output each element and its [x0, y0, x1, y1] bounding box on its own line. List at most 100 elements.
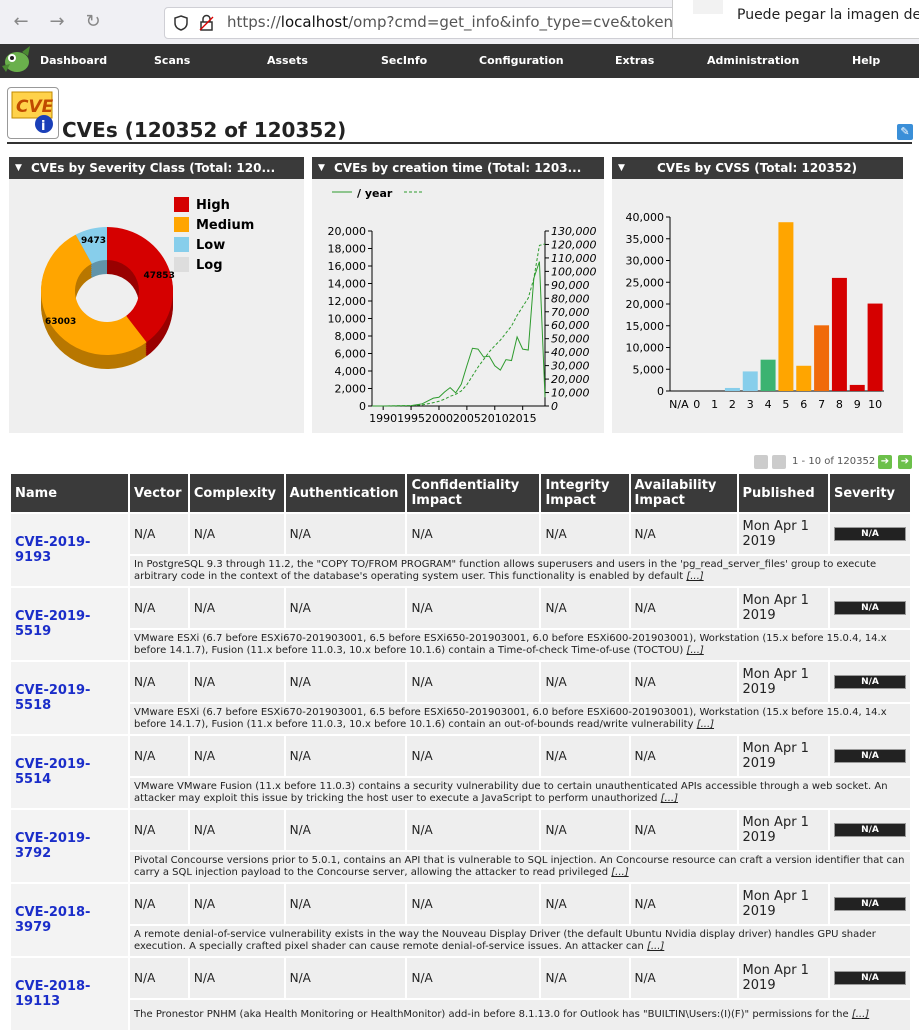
cell-availability: N/A — [630, 884, 737, 924]
y-right-tick-label: 40,000 — [551, 346, 590, 359]
col-name[interactable]: Name — [11, 474, 129, 512]
x-tick-label: N/A — [669, 398, 689, 411]
next-page-icon[interactable]: ➔ — [878, 455, 892, 469]
y-left-tick-label: 16,000 — [328, 260, 367, 273]
more-link[interactable]: [...] — [661, 793, 678, 804]
x-tick-label: 4 — [765, 398, 772, 411]
menu-administration[interactable]: Administration — [707, 54, 799, 67]
cve-description: In PostgreSQL 9.3 through 11.2, the "COP… — [130, 556, 910, 586]
severity-bar: N/A — [834, 897, 906, 911]
panel-creation-time: ▼ CVEs by creation time (Total: 1203... … — [312, 157, 604, 433]
table-row-description: VMware VMware Fusion (11.x before 11.0.3… — [11, 778, 910, 808]
y-right-tick-label: 110,000 — [551, 252, 597, 265]
cve-link[interactable]: CVE-2018-3979 — [15, 905, 90, 935]
cell-authentication: N/A — [285, 588, 406, 628]
cell-complexity: N/A — [189, 884, 284, 924]
x-tick-label: 9 — [854, 398, 861, 411]
col-availability[interactable]: Availability Impact — [630, 474, 737, 512]
cell-severity: N/A — [830, 810, 910, 850]
cell-confidentiality: N/A — [407, 736, 540, 776]
collapse-arrow-icon[interactable]: ▼ — [15, 157, 22, 179]
cve-icon: CVE i — [7, 87, 59, 139]
cve-name-cell: CVE-2019-3792 — [11, 810, 129, 882]
more-link[interactable]: [...] — [686, 571, 703, 582]
y-tick-label: 0 — [657, 385, 664, 398]
menu-assets[interactable]: Assets — [267, 54, 308, 67]
back-icon[interactable]: ← — [8, 9, 34, 35]
more-link[interactable]: [...] — [647, 941, 664, 952]
menu-scans[interactable]: Scans — [154, 54, 190, 67]
col-published[interactable]: Published — [738, 474, 828, 512]
cell-vector: N/A — [130, 588, 188, 628]
collapse-arrow-icon[interactable]: ▼ — [618, 157, 625, 179]
description-text: In PostgreSQL 9.3 through 11.2, the "COP… — [134, 559, 877, 582]
menu-dashboard[interactable]: Dashboard — [40, 54, 107, 67]
col-authentication[interactable]: Authentication — [285, 474, 406, 512]
cell-severity: N/A — [830, 514, 910, 554]
cve-link[interactable]: CVE-2019-5519 — [15, 609, 90, 639]
table-row-description: The Pronestor PNHM (aka Health Monitorin… — [11, 1000, 910, 1030]
legend-label-year: / year — [357, 187, 393, 200]
first-page-icon[interactable] — [754, 455, 768, 469]
y-left-tick-label: 12,000 — [328, 295, 367, 308]
col-vector[interactable]: Vector — [130, 474, 188, 512]
cell-authentication: N/A — [285, 662, 406, 702]
menu-extras[interactable]: Extras — [615, 54, 654, 67]
cell-vector: N/A — [130, 514, 188, 554]
cell-published: Mon Apr 1 2019 — [738, 514, 828, 554]
legend-swatch-low — [174, 237, 189, 252]
x-tick-label: 2015 — [509, 412, 537, 425]
menu-configuration[interactable]: Configuration — [479, 54, 564, 67]
cell-confidentiality: N/A — [407, 514, 540, 554]
cell-availability: N/A — [630, 662, 737, 702]
more-link[interactable]: [...] — [852, 1009, 869, 1020]
cell-confidentiality: N/A — [407, 884, 540, 924]
cve-link[interactable]: CVE-2018-19113 — [15, 979, 90, 1009]
col-complexity[interactable]: Complexity — [189, 474, 284, 512]
notification-thumbnail — [693, 0, 723, 14]
description-text: Pivotal Concourse versions prior to 5.0.… — [134, 855, 905, 878]
more-link[interactable]: [...] — [611, 867, 628, 878]
cell-authentication: N/A — [285, 736, 406, 776]
address-bar[interactable]: https://localhost/omp?cmd=get_info&info_… — [164, 7, 705, 39]
collapse-arrow-icon[interactable]: ▼ — [318, 157, 325, 179]
greenbone-logo-icon[interactable] — [0, 44, 34, 78]
cvss-bar — [796, 365, 812, 391]
menu-secinfo[interactable]: SecInfo — [381, 54, 427, 67]
cve-link[interactable]: CVE-2019-9193 — [15, 535, 90, 565]
description-text: VMware VMware Fusion (11.x before 11.0.3… — [134, 781, 888, 804]
more-link[interactable]: [...] — [697, 719, 714, 730]
col-severity[interactable]: Severity — [830, 474, 910, 512]
y-tick-label: 40,000 — [626, 211, 665, 224]
col-confidentiality[interactable]: Confidentiality Impact — [407, 474, 540, 512]
menu-help[interactable]: Help — [852, 54, 880, 67]
cve-name-cell: CVE-2019-9193 — [11, 514, 129, 586]
wrench-icon[interactable]: ✎ — [897, 124, 913, 140]
clipboard-notification: Puede pegar la imagen desc — [672, 0, 919, 39]
cve-link[interactable]: CVE-2019-3792 — [15, 831, 90, 861]
browser-toolbar: ← → ↻ https://localhost/omp?cmd=get_info… — [0, 0, 919, 45]
more-link[interactable]: [...] — [686, 645, 703, 656]
cve-link[interactable]: CVE-2019-5514 — [15, 757, 90, 787]
x-tick-label: 5 — [782, 398, 789, 411]
prev-page-icon[interactable] — [772, 455, 786, 469]
description-text: The Pronestor PNHM (aka Health Monitorin… — [134, 1009, 852, 1020]
series-line-year — [372, 261, 546, 407]
table-row: CVE-2019-9193 N/A N/A N/A N/A N/A N/A Mon Apr 1… — [11, 514, 910, 586]
x-tick-label: 7 — [818, 398, 825, 411]
cell-integrity: N/A — [541, 662, 629, 702]
cell-integrity: N/A — [541, 588, 629, 628]
last-page-icon[interactable]: ➔ — [898, 455, 912, 469]
severity-bar: N/A — [834, 527, 906, 541]
col-integrity[interactable]: Integrity Impact — [541, 474, 629, 512]
panel-severity-header: ▼ CVEs by Severity Class (Total: 120... — [9, 157, 304, 179]
shield-icon — [174, 15, 188, 31]
forward-icon[interactable]: → — [44, 9, 70, 35]
reload-icon[interactable]: ↻ — [80, 9, 106, 35]
panel-cvss-title: CVEs by CVSS (Total: 120352) — [657, 161, 858, 175]
cell-severity: N/A — [830, 588, 910, 628]
cell-complexity: N/A — [189, 588, 284, 628]
cvss-bar — [760, 359, 776, 391]
url-text: https://localhost/omp?cmd=get_info&info_… — [227, 13, 705, 31]
cve-link[interactable]: CVE-2019-5518 — [15, 683, 90, 713]
